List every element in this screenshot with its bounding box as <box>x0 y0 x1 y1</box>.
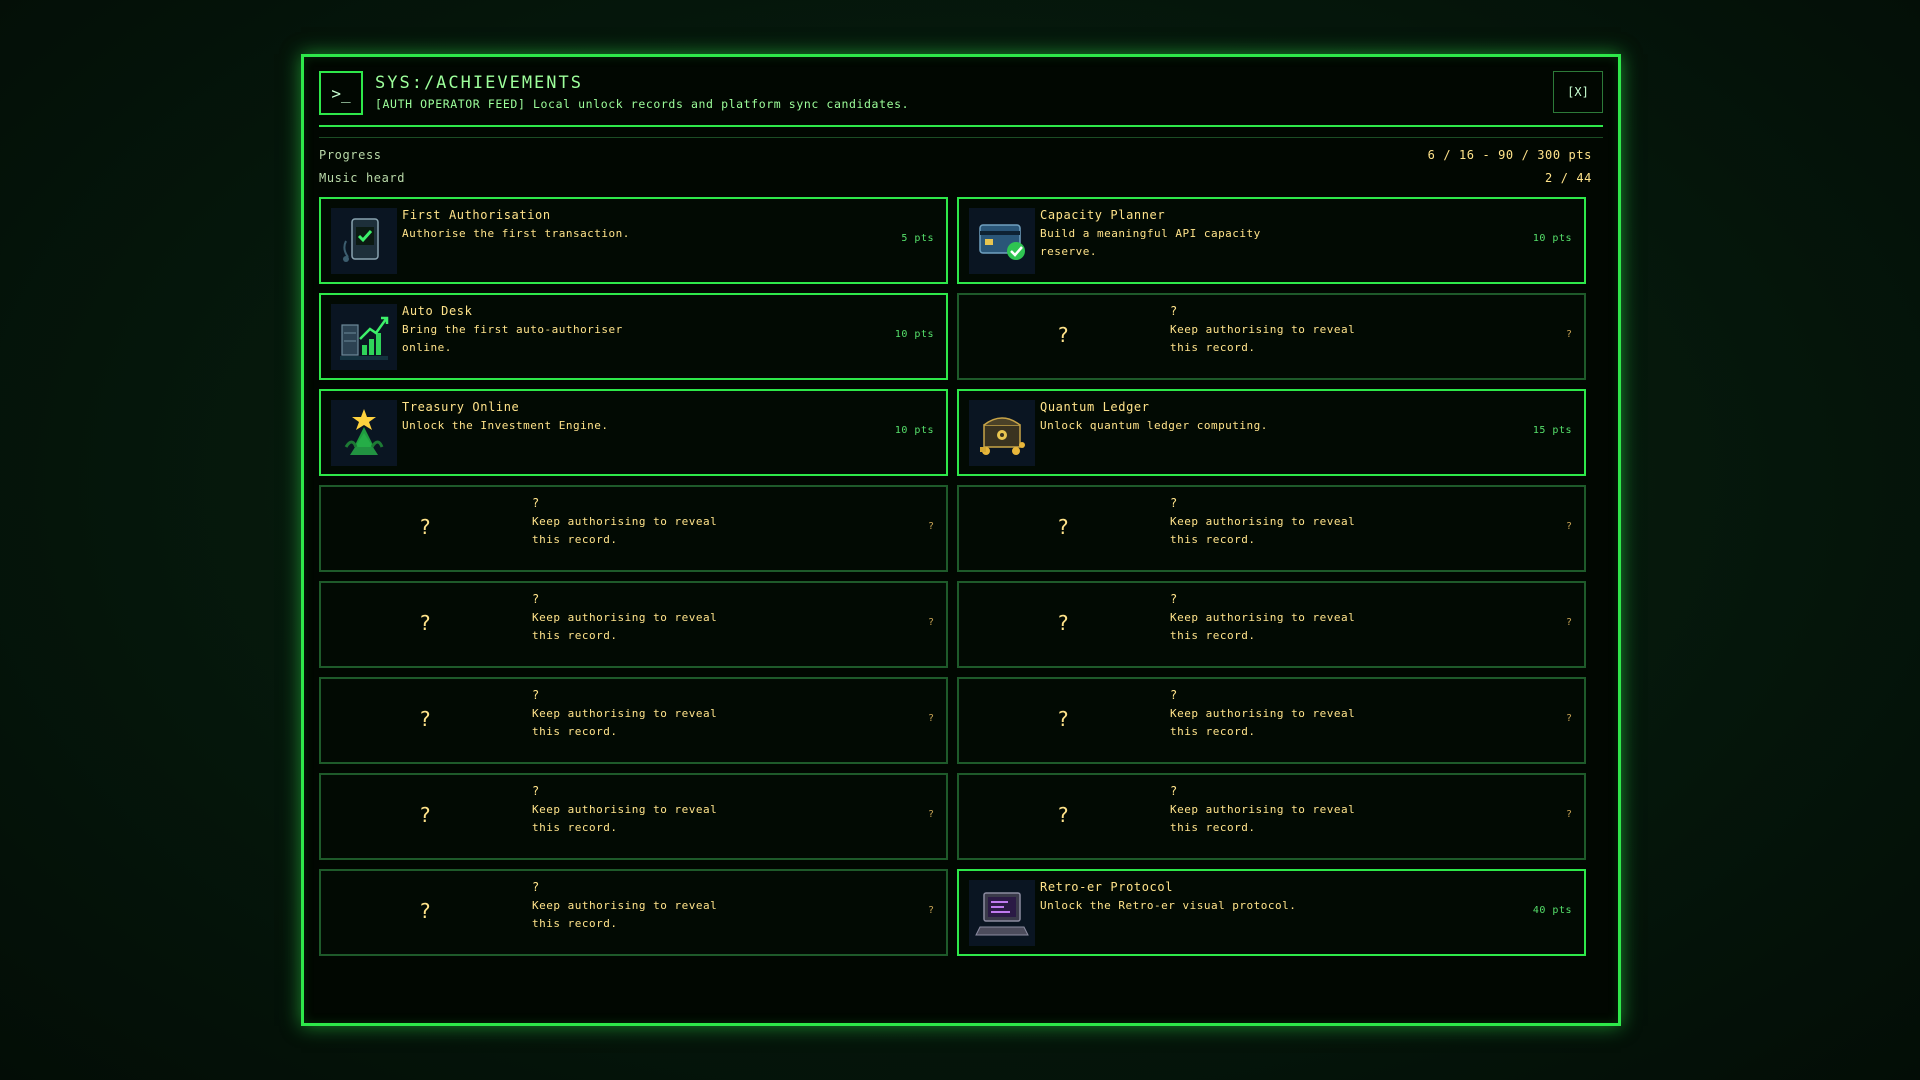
locked-question-icon: ? <box>419 899 432 923</box>
achievement-points: 40 pts <box>1532 905 1572 916</box>
achievement-description: Unlock quantum ledger computing. <box>1040 419 1268 432</box>
achievement-name: ? <box>532 880 540 894</box>
achievement-points: ? <box>1565 521 1572 532</box>
achievement-points: ? <box>927 521 934 532</box>
retro-computer-icon <box>969 880 1035 946</box>
locked-question-icon: ? <box>1057 707 1070 731</box>
achievement-description: Keep authorising to reveal this record. <box>1170 611 1356 642</box>
achievement-card-locked: ?? Keep authorising to reveal this record… <box>957 485 1586 572</box>
achievement-points: ? <box>927 905 934 916</box>
achievement-card: First Authorisation Authorise the first t… <box>319 197 948 284</box>
achievement-name: ? <box>1170 304 1178 318</box>
achievement-grid: First Authorisation Authorise the first t… <box>319 197 1594 956</box>
achievement-name: ? <box>532 496 540 510</box>
achievement-points: 10 pts <box>894 425 934 436</box>
achievement-card-locked: ?? Keep authorising to reveal this record… <box>957 581 1586 668</box>
progress-value: 6 / 16 - 90 / 300 pts <box>1427 148 1592 162</box>
achievement-name: ? <box>532 784 540 798</box>
achievement-description: Keep authorising to reveal this record. <box>1170 515 1356 546</box>
achievement-description: Build a meaningful API capacity reserve. <box>1040 227 1261 258</box>
progress-row: Progress 6 / 16 - 90 / 300 pts <box>319 148 1592 166</box>
achievement-name: ? <box>532 592 540 606</box>
close-button[interactable]: [X] <box>1553 71 1603 113</box>
locked-question-icon: ? <box>1057 611 1070 635</box>
achievement-description: Unlock the Investment Engine. <box>402 419 609 432</box>
achievement-points: ? <box>927 809 934 820</box>
achievement-points: 5 pts <box>901 233 934 244</box>
page-title: SYS:/ACHIEVEMENTS <box>375 73 583 93</box>
header-divider-thin <box>319 137 1603 138</box>
achievement-points: ? <box>1565 713 1572 724</box>
achievement-name: ? <box>1170 496 1178 510</box>
achievement-card: Treasury Online Unlock the Investment Eng… <box>319 389 948 476</box>
achievement-points: ? <box>1565 329 1572 340</box>
achievement-name: ? <box>1170 688 1178 702</box>
achievement-description: Keep authorising to reveal this record. <box>532 803 718 834</box>
achievement-points: ? <box>1565 617 1572 628</box>
achievement-name: Auto Desk <box>402 304 473 318</box>
achievement-description: Bring the first auto-authoriser online. <box>402 323 623 354</box>
music-heard-label: Music heard <box>319 171 406 185</box>
locked-question-icon: ? <box>1057 515 1070 539</box>
treasure-chest-icon <box>969 400 1035 466</box>
locked-question-icon: ? <box>1057 803 1070 827</box>
achievement-card-locked: ?? Keep authorising to reveal this record… <box>319 485 948 572</box>
panel-header: >_ SYS:/ACHIEVEMENTS [AUTH OPERATOR FEED… <box>319 71 1603 129</box>
locked-question-icon: ? <box>419 515 432 539</box>
achievement-points: ? <box>927 713 934 724</box>
card-check-icon <box>969 208 1035 274</box>
achievement-name: Capacity Planner <box>1040 208 1166 222</box>
achievement-name: Treasury Online <box>402 400 520 414</box>
terminal-prompt-icon: >_ <box>319 71 363 115</box>
achievement-card-locked: ?? Keep authorising to reveal this record… <box>319 581 948 668</box>
achievement-card: Retro-er Protocol Unlock the Retro-er vis… <box>957 869 1586 956</box>
achievement-description: Authorise the first transaction. <box>402 227 630 240</box>
achievement-description: Keep authorising to reveal this record. <box>1170 707 1356 738</box>
achievement-card: Auto Desk Bring the first auto-authoriser… <box>319 293 948 380</box>
locked-question-icon: ? <box>1057 323 1070 347</box>
achievement-points: 15 pts <box>1532 425 1572 436</box>
achievement-card-locked: ?? Keep authorising to reveal this record… <box>319 773 948 860</box>
locked-question-icon: ? <box>419 803 432 827</box>
achievement-card: Quantum Ledger Unlock quantum ledger comp… <box>957 389 1586 476</box>
music-heard-value: 2 / 44 <box>1545 171 1592 185</box>
locked-question-icon: ? <box>419 611 432 635</box>
achievement-card: Capacity Planner Build a meaningful API c… <box>957 197 1586 284</box>
achievement-name: First Authorisation <box>402 208 551 222</box>
achievement-name: ? <box>1170 592 1178 606</box>
achievement-card-locked: ?? Keep authorising to reveal this record… <box>957 773 1586 860</box>
achievement-card-locked: ?? Keep authorising to reveal this record… <box>957 677 1586 764</box>
achievement-description: Keep authorising to reveal this record. <box>1170 323 1356 354</box>
achievement-description: Unlock the Retro-er visual protocol. <box>1040 899 1297 912</box>
achievement-card-locked: ?? Keep authorising to reveal this record… <box>319 869 948 956</box>
page-subtitle: [AUTH OPERATOR FEED] Local unlock record… <box>375 97 910 111</box>
achievement-points: ? <box>1565 809 1572 820</box>
achievements-panel: >_ SYS:/ACHIEVEMENTS [AUTH OPERATOR FEED… <box>301 54 1621 1026</box>
achievement-card-locked: ?? Keep authorising to reveal this record… <box>319 677 948 764</box>
achievement-points: ? <box>927 617 934 628</box>
achievement-points: 10 pts <box>1532 233 1572 244</box>
achievement-points: 10 pts <box>894 329 934 340</box>
achievement-description: Keep authorising to reveal this record. <box>532 515 718 546</box>
achievement-description: Keep authorising to reveal this record. <box>532 899 718 930</box>
locked-question-icon: ? <box>419 707 432 731</box>
terminal-check-icon <box>331 208 397 274</box>
star-tree-icon <box>331 400 397 466</box>
achievement-description: Keep authorising to reveal this record. <box>532 611 718 642</box>
achievement-description: Keep authorising to reveal this record. <box>1170 803 1356 834</box>
achievement-name: ? <box>1170 784 1178 798</box>
achievement-name: Retro-er Protocol <box>1040 880 1174 894</box>
achievement-name: ? <box>532 688 540 702</box>
achievement-name: Quantum Ledger <box>1040 400 1150 414</box>
achievement-description: Keep authorising to reveal this record. <box>532 707 718 738</box>
server-chart-icon <box>331 304 397 370</box>
header-divider <box>319 125 1603 127</box>
music-heard-row: Music heard 2 / 44 <box>319 171 1592 189</box>
achievement-card-locked: ?? Keep authorising to reveal this record… <box>957 293 1586 380</box>
progress-label: Progress <box>319 148 382 162</box>
